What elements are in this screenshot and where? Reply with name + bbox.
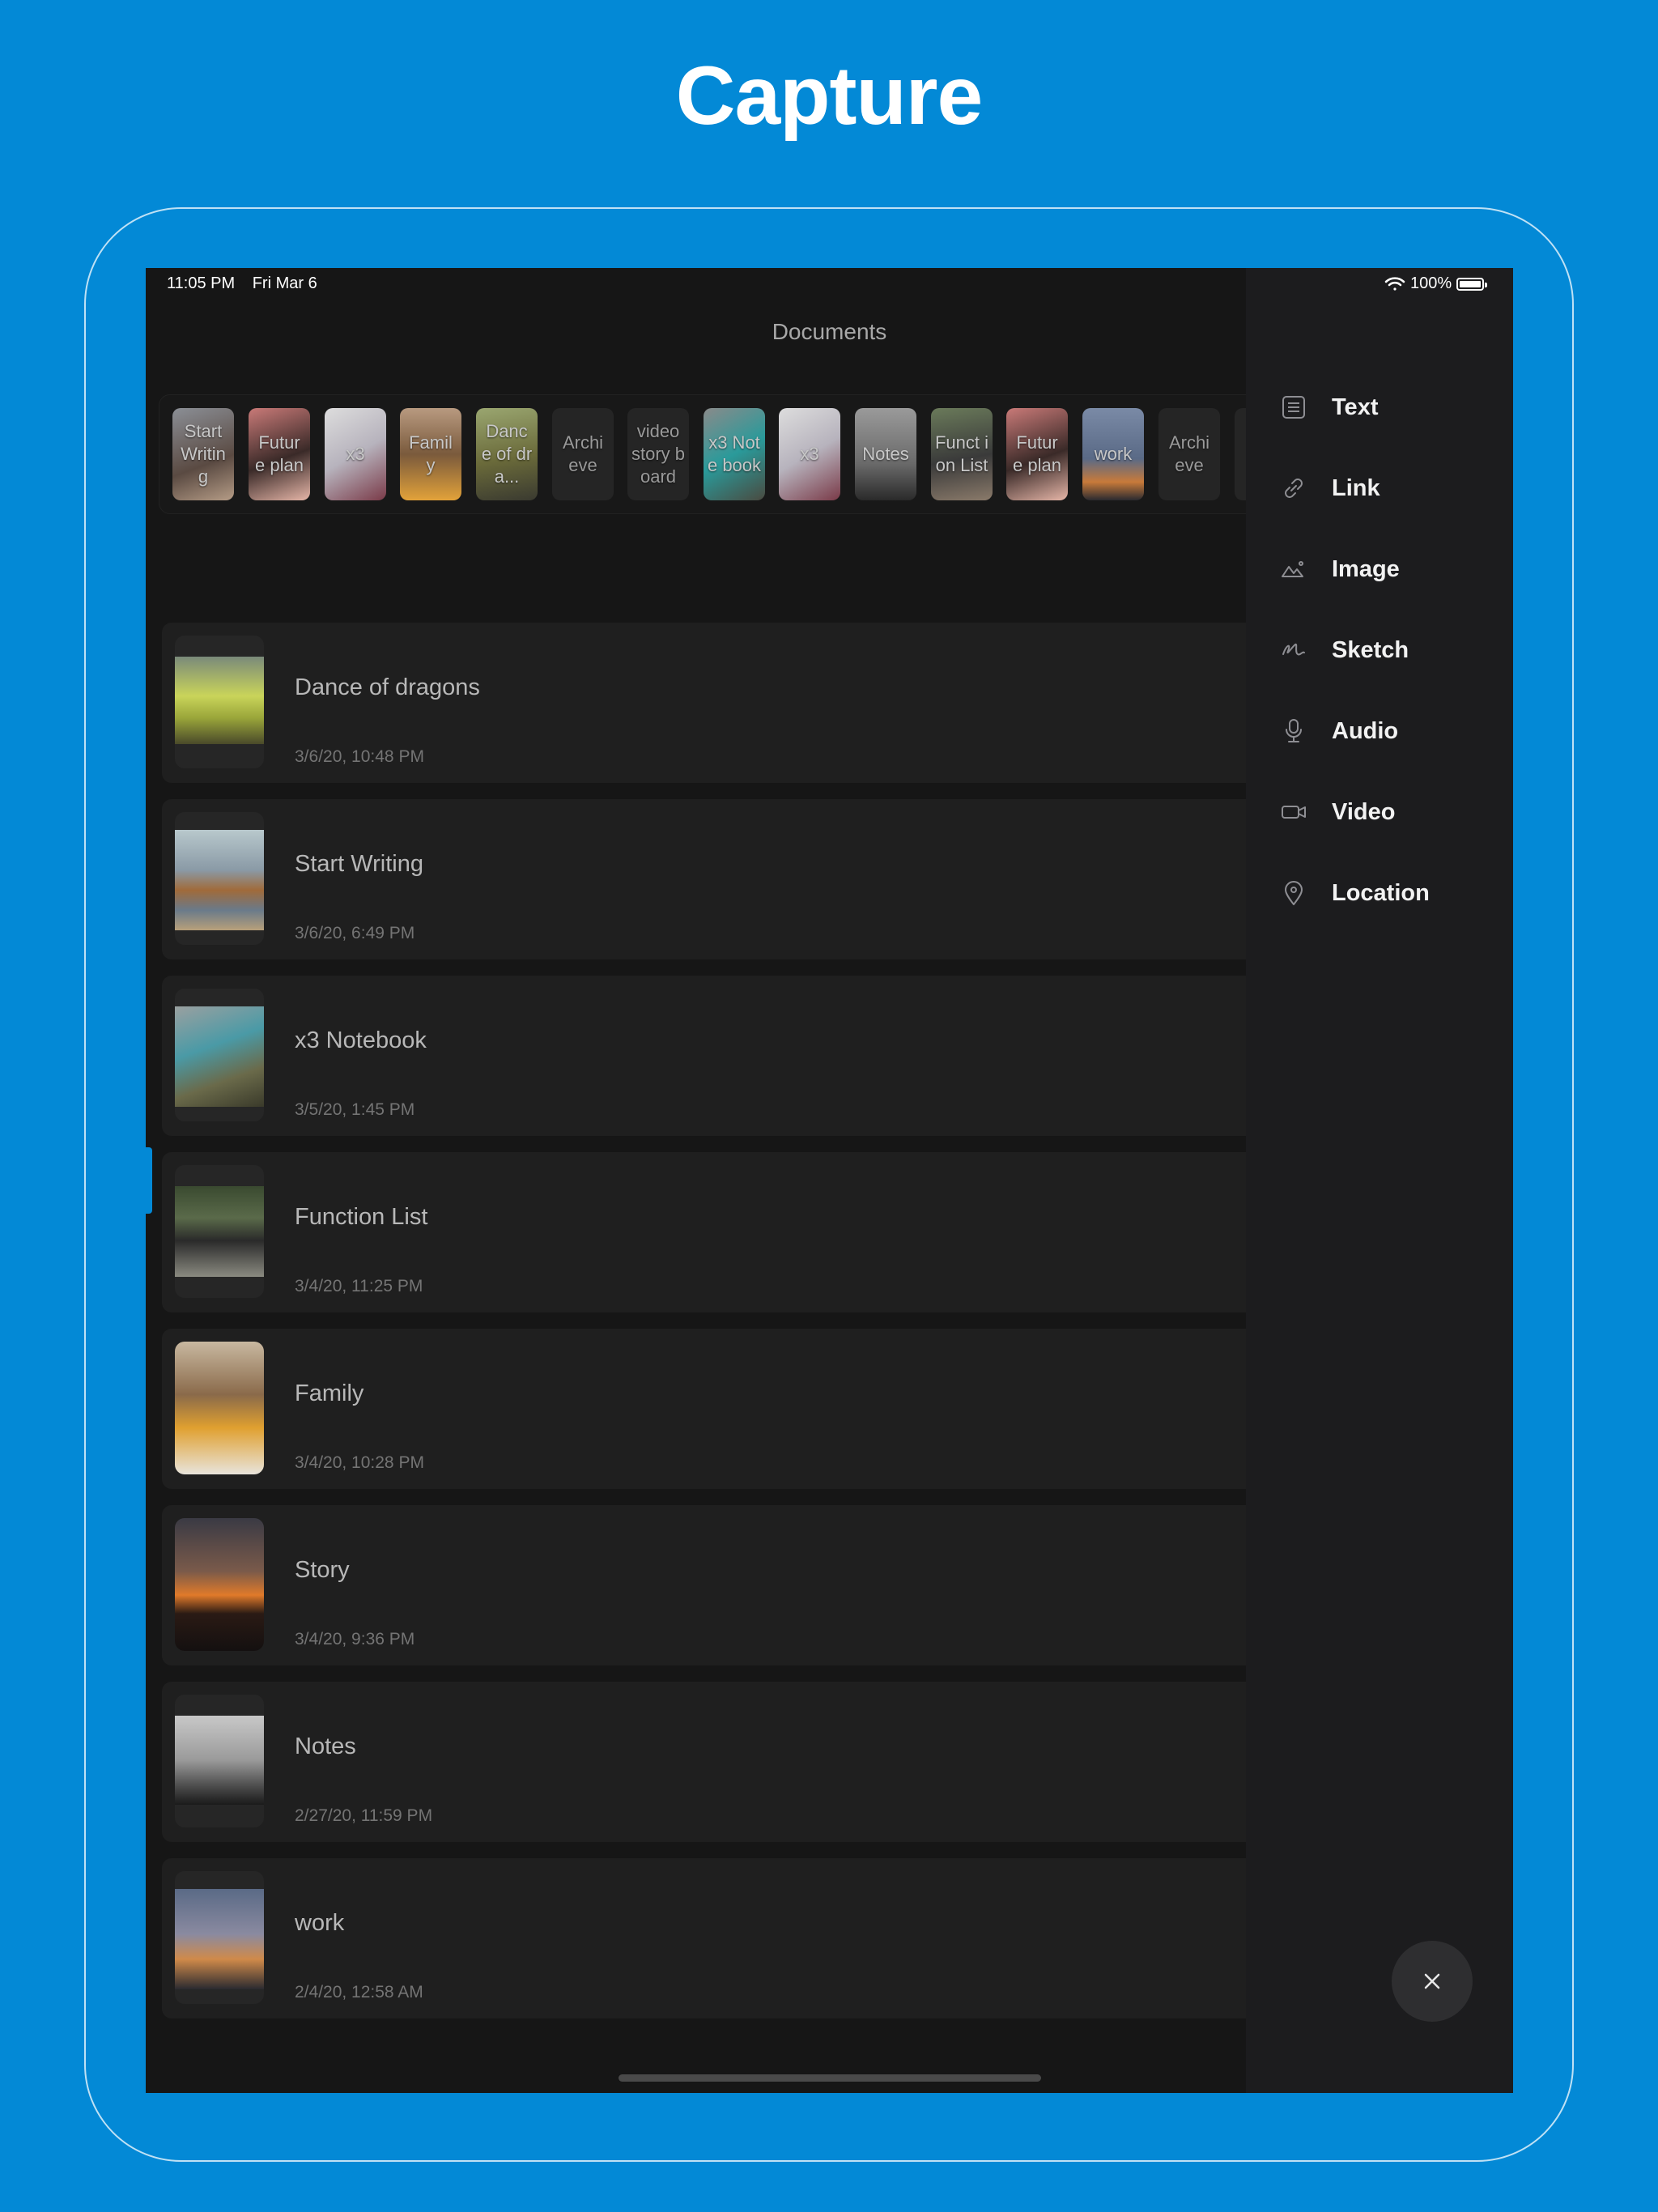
microphone-icon (1286, 719, 1302, 742)
strip-item-label: Start Writin g (181, 421, 226, 487)
location-pin-icon (1285, 881, 1303, 905)
document-thumbnail (175, 989, 264, 1121)
document-row[interactable]: Start Writing 3/6/20, 6:49 PM (162, 799, 1295, 959)
menu-label: Text (1332, 393, 1379, 420)
document-date: 3/4/20, 9:36 PM (295, 1630, 415, 1648)
battery-icon (1456, 277, 1488, 291)
document-title: Notes (295, 1733, 356, 1759)
strip-item-label: Danc e of dra... (481, 421, 533, 487)
capture-image-item[interactable]: Image (1280, 547, 1499, 592)
strip-item-label: Archi eve (1168, 432, 1210, 475)
strip-item[interactable]: Start Writin g (172, 408, 234, 500)
status-time: 11:05 PM (167, 274, 236, 292)
strip-item-label: x3 (346, 444, 365, 464)
capture-location-item[interactable]: Location (1280, 870, 1499, 916)
video-camera-icon (1282, 806, 1306, 819)
close-button[interactable] (1392, 1941, 1473, 2022)
document-date: 3/6/20, 6:49 PM (295, 924, 415, 942)
capture-sketch-item[interactable]: Sketch (1280, 627, 1499, 673)
document-thumbnail (175, 812, 264, 945)
status-date: Fri Mar 6 (252, 274, 317, 292)
strip-item[interactable]: Archi eve (552, 408, 614, 500)
strip-item[interactable]: Famil y (400, 408, 461, 500)
document-title: work (295, 1910, 345, 1936)
capture-audio-item[interactable]: Audio (1280, 708, 1499, 754)
capture-text-item[interactable]: Text (1280, 385, 1499, 430)
document-date: 3/6/20, 10:48 PM (295, 747, 424, 766)
sketch-icon (1282, 643, 1305, 656)
strip-item-label: Notes (862, 444, 909, 464)
strip-item-label: Famil y (409, 432, 453, 475)
strip-item[interactable]: x3 (325, 408, 386, 500)
status-bar-right: 100% (1384, 274, 1488, 293)
menu-label: Audio (1332, 717, 1399, 744)
image-icon (1282, 561, 1303, 577)
strip-item[interactable]: Notes (855, 408, 916, 500)
strip-item-label: x3 Note book (707, 432, 762, 475)
capture-panel: Text Link Image Sketch Audio Video Locat… (1246, 268, 1513, 2093)
document-row[interactable]: work 2/4/20, 12:58 AM (162, 1858, 1295, 2018)
capture-video-item[interactable]: Video (1280, 789, 1499, 835)
strip-item[interactable]: x3 Note book (704, 408, 765, 500)
document-row[interactable]: Story 3/4/20, 9:36 PM (162, 1505, 1295, 1665)
sidebar-edge-handle[interactable] (146, 1147, 152, 1214)
document-thumbnail (175, 1518, 264, 1651)
strip-item-label: work (1094, 444, 1133, 464)
document-title: x3 Notebook (295, 1027, 427, 1053)
link-icon (1285, 479, 1303, 498)
document-row[interactable]: Function List 3/4/20, 11:25 PM (162, 1152, 1295, 1312)
strip-item[interactable]: Funct ion List (931, 408, 993, 500)
strip-item-label: video story board (631, 421, 686, 487)
strip-item[interactable]: Futur e plan (249, 408, 310, 500)
app-screen: 11:05 PM Fri Mar 6 Documents Start Writi… (146, 268, 1513, 2093)
document-row[interactable]: Notes 2/27/20, 11:59 PM (162, 1682, 1295, 1842)
document-title: Function List (295, 1204, 428, 1230)
close-icon (1424, 1973, 1440, 1989)
menu-label: Location (1332, 879, 1430, 906)
document-date: 2/27/20, 11:59 PM (295, 1806, 433, 1825)
document-title: Family (295, 1380, 364, 1406)
menu-label: Image (1332, 555, 1400, 582)
document-row[interactable]: Dance of dragons 3/6/20, 10:48 PM (162, 623, 1295, 783)
strip-item[interactable]: x3 (779, 408, 840, 500)
strip-item-label: Futur e plan (1013, 432, 1061, 475)
strip-item[interactable]: Danc e of dra... (476, 408, 538, 500)
document-thumbnail (175, 1342, 264, 1474)
document-thumbnail (175, 636, 264, 768)
battery-percent: 100% (1410, 274, 1452, 292)
strip-item[interactable]: work (1082, 408, 1144, 500)
text-icon (1282, 396, 1305, 419)
document-title: Story (295, 1557, 350, 1583)
strip-item[interactable]: Futur e plan (1006, 408, 1068, 500)
document-date: 2/4/20, 12:58 AM (295, 1983, 423, 2001)
home-indicator[interactable] (619, 2074, 1041, 2082)
status-bar-left: 11:05 PM Fri Mar 6 (167, 274, 330, 293)
menu-label: Link (1332, 474, 1380, 501)
document-date: 3/4/20, 10:28 PM (295, 1453, 424, 1472)
strip-item[interactable]: Archi eve (1158, 408, 1220, 500)
wifi-icon (1384, 276, 1405, 291)
menu-label: Sketch (1332, 636, 1409, 663)
strip-item[interactable]: video story board (627, 408, 689, 500)
document-title: Start Writing (295, 851, 424, 877)
strip-item-label: x3 (800, 444, 819, 464)
document-thumbnail (175, 1165, 264, 1298)
strip-item-label: Futur e plan (255, 432, 304, 475)
capture-link-item[interactable]: Link (1280, 466, 1499, 511)
document-row[interactable]: Family 3/4/20, 10:28 PM (162, 1329, 1295, 1489)
document-thumbnail (175, 1871, 264, 2004)
document-date: 3/5/20, 1:45 PM (295, 1100, 415, 1119)
strip-item-label: Archi eve (562, 432, 604, 475)
menu-label: Video (1332, 798, 1396, 825)
document-title: Dance of dragons (295, 674, 480, 700)
promo-headline: Capture (675, 49, 983, 142)
document-thumbnail (175, 1695, 264, 1827)
recent-documents-strip[interactable]: Start Writin g Futur e plan x3 Famil y D… (159, 394, 1296, 514)
document-date: 3/4/20, 11:25 PM (295, 1277, 423, 1295)
document-row[interactable]: x3 Notebook 3/5/20, 1:45 PM (162, 976, 1295, 1136)
strip-item-label: Funct ion List (934, 432, 989, 475)
